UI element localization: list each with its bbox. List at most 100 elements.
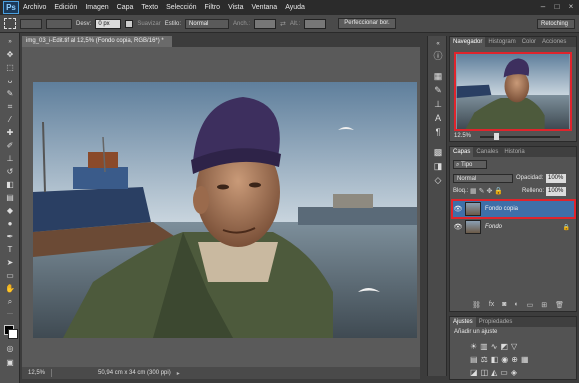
brightness-icon[interactable]: ☀ (470, 342, 480, 351)
navigator-zoom-handle[interactable] (494, 133, 499, 140)
invert-icon[interactable]: ◪ (470, 368, 481, 377)
photo-filter-icon[interactable]: ◉ (501, 355, 511, 364)
zoom-icon[interactable]: ⌕ (4, 296, 16, 307)
tab-color[interactable]: Color (519, 39, 539, 45)
document-image[interactable] (33, 82, 417, 338)
dodge-icon[interactable]: ● (4, 218, 16, 229)
marquee-icon[interactable]: ⬚ (4, 62, 16, 73)
background-color-swatch[interactable] (8, 329, 18, 339)
adjustment-layer-icon[interactable]: ◐ (514, 301, 518, 311)
marquee-tool-icon[interactable] (4, 18, 16, 29)
menu-edicion[interactable]: Edición (50, 4, 81, 11)
styles-icon[interactable]: ◨ (432, 160, 444, 172)
menu-ayuda[interactable]: Ayuda (281, 4, 309, 11)
collapse-icon[interactable]: » (4, 37, 16, 48)
swap-icon[interactable]: ⇄ (280, 20, 286, 28)
threshold-icon[interactable]: ◭ (491, 368, 500, 377)
fill-input[interactable]: 100% (546, 187, 566, 196)
new-layer-icon[interactable]: ⊞ (541, 301, 547, 311)
move-tool-icon[interactable]: ✥ (4, 49, 16, 60)
selection-mode-icon[interactable] (20, 18, 42, 29)
visibility-eye-icon[interactable]: 👁 (453, 223, 463, 231)
gradient-icon[interactable]: ▤ (4, 192, 16, 203)
hue-sat-icon[interactable]: ▤ (470, 355, 481, 364)
quick-select-icon[interactable]: ✎ (4, 88, 16, 99)
navigator-preview[interactable] (454, 52, 572, 131)
tab-acciones[interactable]: Acciones (539, 39, 569, 45)
menu-capa[interactable]: Capa (113, 4, 138, 11)
hand-icon[interactable]: ✋ (4, 283, 16, 294)
menu-filtro[interactable]: Filtro (201, 4, 225, 11)
clone-stamp-icon[interactable]: ⊥ (4, 153, 16, 164)
refine-edge-button[interactable]: Perfeccionar bor. (338, 18, 396, 29)
document-size[interactable]: 50,94 cm x 34 cm (300 ppi) (98, 370, 171, 376)
vibrance-icon[interactable]: ▽ (511, 342, 520, 351)
menu-ventana[interactable]: Ventana (248, 4, 282, 11)
curves-icon[interactable]: ∿ (491, 342, 501, 351)
info-icon[interactable]: ⓘ (432, 50, 444, 62)
selection-ops-icon[interactable] (46, 18, 72, 29)
feather-input[interactable]: 0 px (95, 18, 122, 29)
eraser-icon[interactable]: ◧ (4, 179, 16, 190)
color-balance-icon[interactable]: ⚖ (481, 355, 491, 364)
selective-color-icon[interactable]: ◈ (511, 368, 520, 377)
menu-imagen[interactable]: Imagen (81, 4, 112, 11)
status-arrow-icon[interactable]: ▸ (177, 370, 180, 377)
fx-icon[interactable]: fx (489, 301, 494, 311)
tab-canales[interactable]: Canales (473, 149, 501, 155)
collapse-icon[interactable]: « (432, 38, 444, 50)
style-select[interactable]: Normal (185, 18, 230, 29)
eyedropper-icon[interactable]: ⁄ (4, 114, 16, 125)
navigator-zoom-slider[interactable] (480, 136, 560, 138)
antialias-checkbox[interactable] (125, 19, 134, 28)
tool-presets-icon[interactable]: ▦ (432, 70, 444, 82)
color-lookup-icon[interactable]: ▦ (521, 355, 532, 364)
menu-texto[interactable]: Texto (137, 4, 162, 11)
maximize-icon[interactable]: □ (552, 2, 562, 11)
lock-icons[interactable]: ▦✎✥🔒 (470, 187, 505, 195)
layer-row-fondo-copia[interactable]: 👁 Fondo copia (451, 199, 576, 219)
close-icon[interactable]: × (566, 2, 576, 11)
screen-mode-icon[interactable]: ▣ (4, 357, 16, 368)
width-input[interactable] (254, 18, 277, 29)
zoom-readout[interactable]: 12,5% (28, 370, 45, 376)
posterize-icon[interactable]: ◫ (481, 368, 492, 377)
channel-mixer-icon[interactable]: ⊕ (511, 355, 521, 364)
height-input[interactable] (304, 18, 327, 29)
path-select-icon[interactable]: ➤ (4, 257, 16, 268)
healing-brush-icon[interactable]: ✚ (4, 127, 16, 138)
exposure-icon[interactable]: ◩ (500, 342, 511, 351)
pen-icon[interactable]: ✒ (4, 231, 16, 242)
history-brush-icon[interactable]: ↺ (4, 166, 16, 177)
link-icon[interactable]: ⛓ (472, 301, 481, 311)
gradient-map-icon[interactable]: ▭ (500, 368, 511, 377)
menu-seleccion[interactable]: Selección (162, 4, 200, 11)
type-icon[interactable]: T (4, 244, 16, 255)
paths-icon[interactable]: ◇ (432, 174, 444, 186)
tab-propiedades[interactable]: Propiedades (476, 319, 516, 325)
quick-mask-icon[interactable]: ◎ (4, 343, 16, 354)
blend-mode-select[interactable]: Normal (453, 174, 513, 183)
brush-presets-icon[interactable]: ✎ (432, 84, 444, 96)
blur-icon[interactable]: ◆ (4, 205, 16, 216)
visibility-eye-icon[interactable]: 👁 (453, 205, 463, 213)
swatches-icon[interactable]: ▩ (432, 146, 444, 158)
document-tab[interactable]: img_03_i-Edit.tif al 12,5% (Fondo copia,… (22, 36, 172, 47)
group-icon[interactable]: ▭ (527, 301, 534, 311)
layer-kind-filter[interactable]: ⌕ Tipo (453, 160, 487, 169)
shape-icon[interactable]: ▭ (4, 270, 16, 281)
menu-vista[interactable]: Vista (224, 4, 247, 11)
opacity-input[interactable]: 100% (546, 174, 566, 183)
lasso-icon[interactable]: ᴗ (4, 75, 16, 86)
tab-historia[interactable]: Historia (501, 149, 527, 155)
layer-row-fondo[interactable]: 👁 Fondo 🔒 (453, 219, 574, 235)
levels-icon[interactable]: ▥ (480, 342, 491, 351)
minimize-icon[interactable]: – (538, 2, 548, 11)
paragraph-icon[interactable]: ¶ (432, 126, 444, 138)
clone-source-icon[interactable]: ⊥ (432, 98, 444, 110)
tab-capas[interactable]: Capas (450, 147, 474, 157)
crop-icon[interactable]: ⌗ (4, 101, 16, 112)
trash-icon[interactable]: 🗑 (555, 301, 564, 311)
bw-icon[interactable]: ◧ (491, 355, 502, 364)
brush-icon[interactable]: ✐ (4, 140, 16, 151)
